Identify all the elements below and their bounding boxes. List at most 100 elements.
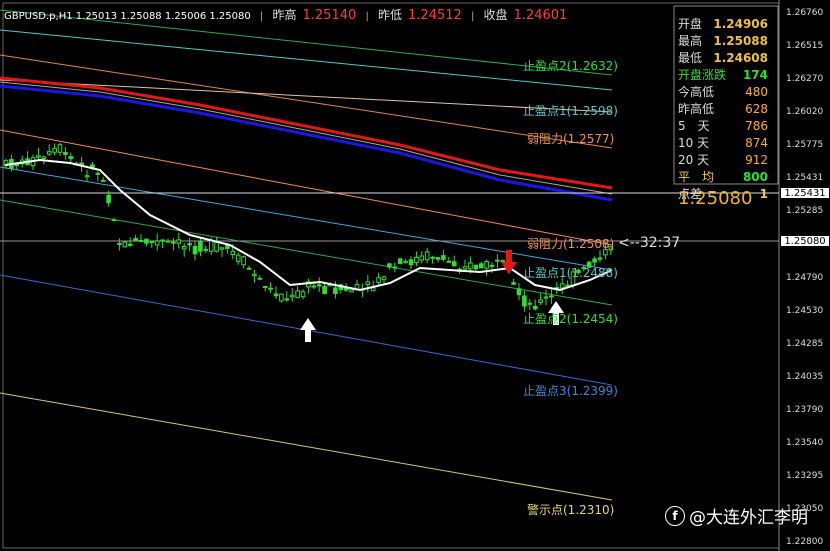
candle-body <box>95 172 101 175</box>
price-axis-tick: 1.26760 <box>786 8 824 18</box>
yesterday-close-label: 收盘 <box>483 8 508 22</box>
candle-body <box>522 295 527 307</box>
yesterday-high-label: 昨高 <box>272 8 297 22</box>
candle-body <box>214 241 219 252</box>
candle-body <box>84 175 90 178</box>
yday-range-label: 昨高低 <box>678 102 715 116</box>
candle-body <box>381 276 387 281</box>
spread-value: 1 <box>759 187 768 201</box>
candle-body <box>246 267 252 270</box>
candle-body <box>176 239 182 244</box>
candle-body <box>68 156 74 160</box>
candle-body <box>100 179 106 182</box>
candle-body <box>203 248 209 251</box>
candle-body <box>462 266 468 270</box>
candle-body <box>41 156 47 159</box>
ohlc-values: 1.25013 1.25088 1.25006 1.25080 <box>75 11 251 22</box>
candle-body <box>57 144 63 153</box>
candle-body <box>370 287 376 292</box>
bar-countdown: <--32:37 <box>618 235 681 251</box>
price-axis-tick: 1.25775 <box>786 140 824 151</box>
candle-body <box>284 298 290 301</box>
candle-body <box>289 294 295 298</box>
candle-body <box>262 286 268 289</box>
candle-body <box>122 241 128 248</box>
candle-body <box>543 296 549 299</box>
warning-level-label: 警示点(1.2310) <box>527 503 615 517</box>
tp1-upper-label: 止盈点1(1.2598) <box>523 104 618 118</box>
tp2-lower-label: 止盈点2(1.2454) <box>523 312 618 326</box>
candle-body <box>106 194 111 204</box>
candle-body <box>154 240 160 246</box>
candle-body <box>235 254 241 262</box>
candle-body <box>495 259 500 262</box>
candle-body <box>468 262 473 270</box>
open-value: 1.24906 <box>713 17 768 31</box>
up-arrow-icon <box>300 318 316 342</box>
yesterday-low-label: 昨低 <box>378 8 403 22</box>
price-axis-tick: 1.24530 <box>786 305 824 316</box>
open-label: 开盘 <box>678 17 703 31</box>
candle-body <box>149 241 155 244</box>
candle-body <box>117 243 122 246</box>
candle-body <box>446 260 452 263</box>
d5-label: 5 天 <box>678 119 710 133</box>
watermark-text: @大连外汇李明 <box>689 508 808 528</box>
channel-lines <box>0 9 613 501</box>
yesterday-close-value: 1.24601 <box>513 8 568 23</box>
candle-body <box>376 277 381 283</box>
candle-body <box>500 260 506 263</box>
candle-body <box>538 299 543 303</box>
candle-body <box>133 238 138 242</box>
candle-body <box>316 284 322 287</box>
d5-value: 786 <box>745 119 768 133</box>
candle-body <box>198 241 203 252</box>
d10-label: 10 天 <box>678 136 710 150</box>
price-axis-tick: 1.26270 <box>786 74 824 85</box>
candle-body <box>403 260 408 264</box>
candle-body <box>300 291 306 298</box>
candle-body <box>387 263 392 268</box>
chart-frame <box>2 2 780 549</box>
candle-body <box>127 243 133 246</box>
facebook-icon: f <box>665 505 685 526</box>
high-label: 最高 <box>678 34 703 48</box>
candle-body <box>565 284 570 287</box>
today-range-label: 今高低 <box>678 85 715 99</box>
price-axis-tick: 1.24035 <box>786 371 824 382</box>
candle-body <box>559 283 565 289</box>
candle-body <box>295 290 300 298</box>
price-axis-tick: 1.26020 <box>786 107 824 118</box>
candle-body <box>165 240 171 243</box>
candle-body <box>160 239 165 242</box>
candle-body <box>279 293 284 302</box>
price-axis-tick: 1.25431 <box>786 173 824 184</box>
d20-label: 20 天 <box>678 153 710 167</box>
yday-range-value: 628 <box>745 102 768 116</box>
candle-body <box>257 277 263 280</box>
low-label: 最低 <box>678 51 703 65</box>
price-axis-tick: 1.22800 <box>786 537 824 547</box>
yesterday-low-value: 1.24512 <box>408 8 462 23</box>
candle-body <box>311 285 317 288</box>
candle-body <box>478 263 484 269</box>
today-range-value: 480 <box>745 85 768 99</box>
tp1-lower-label: 止盈点1(1.2488) <box>523 266 618 280</box>
candle-body <box>516 288 522 296</box>
candle-body <box>549 295 554 298</box>
candle-body <box>451 261 457 267</box>
candle-body <box>435 257 441 260</box>
candle-body <box>527 302 533 305</box>
candle-body <box>52 147 57 153</box>
tp3-lower-label: 止盈点3(1.2399) <box>523 384 618 398</box>
candle-body <box>392 266 398 269</box>
candle-body <box>322 286 327 295</box>
candle-body <box>268 287 273 290</box>
change-label: 开盘涨跌 <box>678 68 727 82</box>
tp2-upper-label: 止盈点2(1.2632) <box>523 59 618 73</box>
candle-body <box>14 164 20 167</box>
average-label: 平 均 <box>678 170 715 184</box>
low-value: 1.24608 <box>713 51 768 65</box>
stats-panel: 开盘 1.24906 最高 1.25088 最低 1.24608 开盘涨跌 174 今高… <box>678 16 768 203</box>
high-value: 1.25088 <box>713 34 768 48</box>
